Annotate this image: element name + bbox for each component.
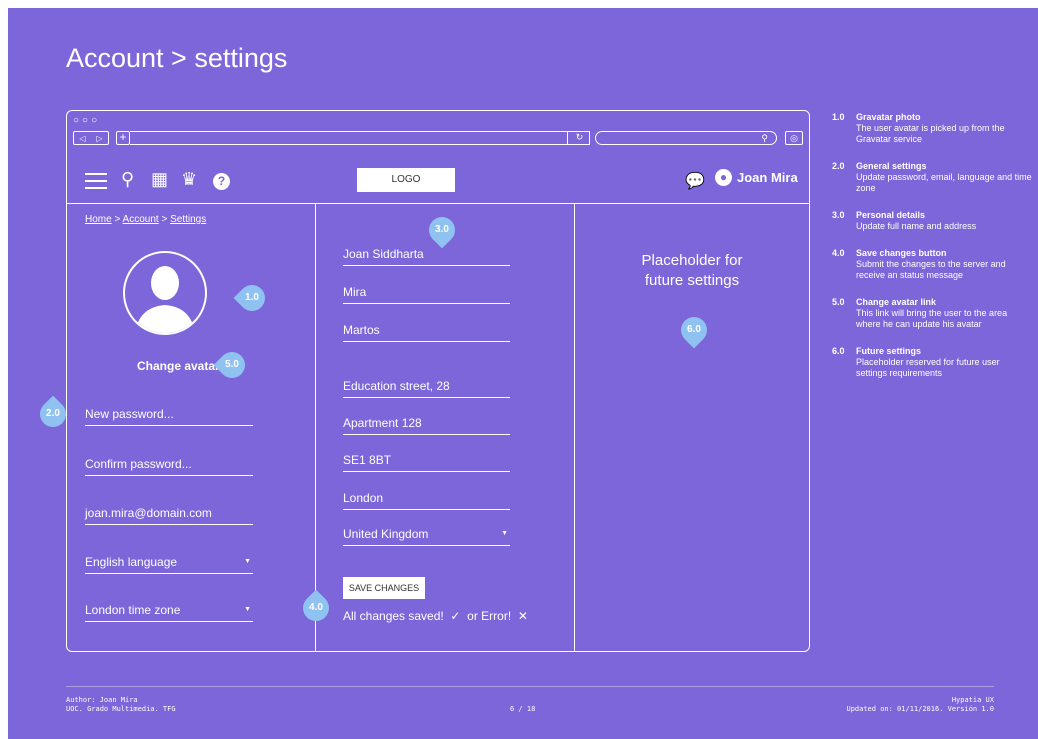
column-divider-1 — [315, 204, 316, 651]
breadcrumb: Home > Account > Settings — [85, 214, 207, 225]
extension-button[interactable]: ◎ — [785, 131, 803, 145]
save-status: All changes saved! ✓ or Error! ✕ — [343, 609, 528, 623]
annotation-marker-3: 3.0 — [423, 211, 461, 249]
annotation-marker-5: 5.0 — [213, 346, 251, 384]
address-line1-field[interactable]: Education street, 28 — [343, 379, 510, 398]
user-menu[interactable]: ● Joan Mira — [715, 169, 798, 186]
search-icon[interactable]: ⚲ — [121, 169, 134, 190]
save-changes-button[interactable]: SAVE CHANGES — [343, 577, 425, 599]
address-bar[interactable] — [130, 131, 590, 145]
postcode-field[interactable]: SE1 8BT — [343, 453, 510, 472]
new-password-field[interactable]: New password... — [85, 407, 253, 426]
status-error-text: or Error! — [467, 609, 512, 623]
annotation-marker-4: 4.0 — [297, 589, 335, 627]
logo[interactable]: LOGO — [357, 168, 455, 192]
back-icon[interactable]: ◁ — [79, 134, 85, 143]
user-name: Joan Mira — [737, 170, 798, 185]
new-tab-button[interactable]: + — [116, 131, 130, 145]
annotation-notes: 1.0 Gravatar photo The user avatar is pick… — [832, 112, 1032, 395]
confirm-password-field[interactable]: Confirm password... — [85, 457, 253, 476]
browser-search-bar[interactable]: ⚲ — [595, 131, 777, 145]
note-item: 3.0 Personal details Update full name and … — [832, 210, 977, 231]
footer-page-number: 6 / 18 — [510, 705, 536, 713]
trophy-icon[interactable]: ♛ — [181, 169, 197, 190]
wireframe-page: Account > settings ○○○ ◁ ▷ + ↻ ⚲ ◎ ⚲ ▦ ♛ … — [8, 8, 1038, 739]
menu-icon[interactable] — [85, 173, 107, 189]
note-item: 4.0 Save changes button Submit the changes… — [832, 248, 1006, 280]
note-item: 5.0 Change avatar link This link will brin… — [832, 297, 1008, 329]
first-name-field[interactable]: Joan Siddharta — [343, 247, 510, 266]
chat-icon[interactable]: 💬 — [685, 171, 705, 191]
footer-right: Hypatia UX Updated on: 01/11/2016. Versi… — [846, 696, 994, 713]
help-icon[interactable]: ? — [213, 169, 230, 190]
country-select[interactable]: United Kingdom — [343, 527, 510, 546]
breadcrumb-home[interactable]: Home — [85, 214, 112, 225]
breadcrumb-settings[interactable]: Settings — [170, 214, 206, 225]
page-title: Account > settings — [66, 43, 288, 73]
city-field[interactable]: London — [343, 491, 510, 510]
check-icon: ✓ — [447, 609, 464, 623]
last-name-field[interactable]: Mira — [343, 285, 510, 304]
second-last-name-field[interactable]: Martos — [343, 323, 510, 342]
back-forward-buttons[interactable]: ◁ ▷ — [73, 131, 109, 145]
note-item: 1.0 Gravatar photo The user avatar is pick… — [832, 112, 1005, 144]
future-settings-placeholder: Placeholder for future settings — [641, 252, 743, 289]
email-field[interactable]: joan.mira@domain.com — [85, 506, 253, 525]
window-controls[interactable]: ○○○ — [73, 115, 100, 126]
forward-icon[interactable]: ▷ — [96, 134, 102, 143]
note-item: 6.0 Future settings Placeholder reserved f… — [832, 346, 1000, 378]
annotation-marker-1: 1.0 — [233, 279, 271, 317]
address-line2-field[interactable]: Apartment 128 — [343, 416, 510, 435]
status-saved-text: All changes saved! — [343, 609, 444, 623]
search-icon: ⚲ — [761, 133, 768, 143]
grid-icon[interactable]: ▦ — [151, 169, 168, 190]
timezone-select[interactable]: London time zone — [85, 603, 253, 622]
toolbar-divider — [67, 203, 809, 204]
user-silhouette-icon — [135, 266, 195, 333]
breadcrumb-account[interactable]: Account — [123, 214, 159, 225]
change-avatar-link[interactable]: Change avatar — [137, 359, 220, 373]
user-icon: ● — [715, 169, 732, 186]
note-item: 2.0 General settings Update password, emai… — [832, 161, 1032, 193]
footer-divider — [66, 686, 994, 687]
avatar — [123, 251, 207, 335]
browser-frame: ○○○ ◁ ▷ + ↻ ⚲ ◎ ⚲ ▦ ♛ ? LOGO 💬 ● Joan Mir… — [66, 110, 810, 652]
language-select[interactable]: English language — [85, 555, 253, 574]
reload-icon[interactable]: ↻ — [567, 131, 591, 145]
column-divider-2 — [574, 204, 575, 651]
annotation-marker-6: 6.0 — [675, 311, 713, 349]
cross-icon: ✕ — [514, 609, 528, 623]
footer-left: Author: Joan Mira UOC. Grado Multimedia.… — [66, 696, 176, 713]
